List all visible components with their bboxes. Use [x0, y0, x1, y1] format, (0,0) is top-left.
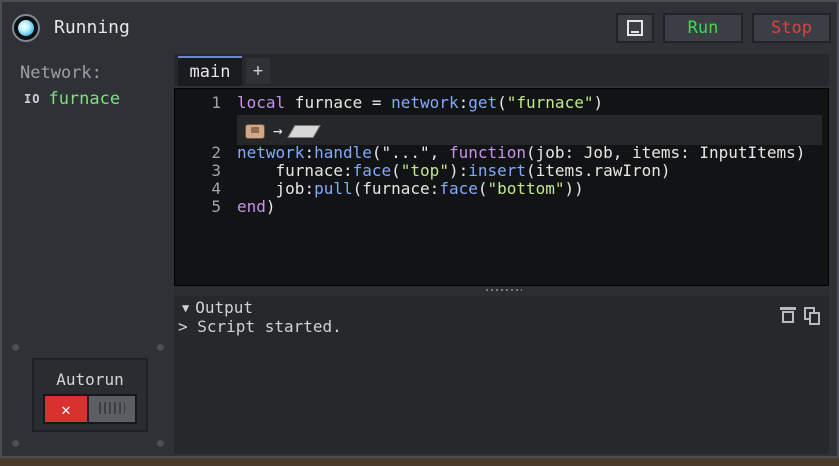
code-token: network — [391, 93, 459, 112]
code-token: ): — [448, 161, 469, 180]
code-editor[interactable]: → 1 local furnace = network:get("furnace"… — [174, 88, 829, 286]
code-token: ) — [593, 93, 604, 112]
close-icon: ✕ — [45, 396, 87, 422]
code-token: "furnace" — [506, 93, 594, 112]
code-text: network:handle("...", function(job: Job,… — [237, 143, 805, 162]
output-title: Output — [195, 298, 254, 317]
line-number: 3 — [211, 161, 221, 180]
background-strip — [0, 458, 839, 466]
code-token: ( — [497, 93, 507, 112]
status-orb-icon — [12, 14, 40, 42]
collapse-triangle-icon: ▼ — [182, 300, 190, 315]
autorun-toggle[interactable]: ✕ — [43, 394, 137, 424]
code-text: local furnace = network:get("furnace") — [237, 93, 603, 112]
item-hint-row: → — [237, 115, 822, 145]
code-token: "bottom" — [487, 179, 565, 198]
docs-button[interactable] — [616, 13, 654, 43]
code-token: function — [448, 143, 526, 162]
copy-icon[interactable] — [804, 307, 820, 325]
code-token: get — [468, 93, 498, 112]
code-token: "top" — [400, 161, 449, 180]
code-token: ( — [391, 161, 401, 180]
code-token: : — [304, 143, 315, 162]
code-token: face — [439, 179, 478, 198]
run-button[interactable]: Run — [663, 13, 743, 43]
code-token: pull — [314, 179, 353, 198]
code-token: job — [237, 179, 305, 198]
split-handle[interactable] — [174, 286, 829, 296]
window-title: Running — [54, 17, 130, 38]
autorun-label: Autorun — [56, 370, 124, 389]
code-token: network — [237, 143, 305, 162]
code-text: end) — [237, 197, 276, 216]
network-item-label: furnace — [48, 89, 121, 109]
network-item-furnace[interactable]: IO furnace — [24, 89, 120, 109]
line-number: 1 — [211, 93, 221, 112]
code-token: : — [429, 179, 440, 198]
code-token: local — [237, 93, 286, 112]
line-number: 2 — [211, 143, 221, 162]
code-token: : — [458, 93, 469, 112]
code-text: job:pull(furnace:face("bottom")) — [237, 179, 584, 198]
code-token: end — [237, 197, 266, 216]
title-bar: Running Run Stop — [2, 2, 837, 52]
trash-icon[interactable] — [780, 307, 796, 323]
code-token: furnace — [237, 161, 343, 180]
code-token: (items.rawIron) — [526, 161, 671, 180]
decor-rivet — [12, 344, 19, 351]
code-token: )) — [564, 179, 584, 198]
code-token: handle — [314, 143, 372, 162]
code-token: (furnace — [352, 179, 430, 198]
decor-rivet — [157, 440, 164, 447]
stop-button[interactable]: Stop — [752, 13, 831, 43]
output-line: > Script started. — [178, 317, 342, 336]
autorun-panel: Autorun ✕ — [32, 358, 148, 432]
grip-icon — [486, 289, 522, 291]
code-token: ) — [265, 197, 276, 216]
output-header[interactable]: ▼ Output — [182, 298, 253, 317]
decor-rivet — [12, 440, 19, 447]
output-panel: ▼ Output > Script started. — [174, 296, 829, 454]
code-token: furnace = — [285, 93, 392, 112]
book-icon — [627, 20, 643, 36]
script-window: Running Run Stop Network: IO furnace Aut… — [0, 0, 839, 458]
code-token: (job: Job, items: InputItems) — [526, 143, 806, 162]
add-tab-button[interactable]: + — [246, 58, 270, 84]
code-token: : — [342, 161, 353, 180]
line-number: 4 — [211, 179, 221, 198]
raw-iron-icon — [243, 120, 267, 140]
code-token: : — [304, 179, 315, 198]
code-token: face — [352, 161, 392, 180]
iron-ingot-icon — [289, 121, 317, 139]
tab-main[interactable]: main — [178, 56, 242, 86]
io-icon: IO — [24, 92, 41, 106]
arrow-icon: → — [273, 120, 283, 140]
line-number: 5 — [211, 197, 221, 216]
decor-rivet — [157, 344, 164, 351]
code-token: insert — [468, 161, 527, 180]
code-token: ("...", — [371, 143, 449, 162]
toggle-knob[interactable] — [87, 396, 135, 422]
code-text: furnace:face("top"):insert(items.rawIron… — [237, 161, 671, 180]
tab-bar: main + — [174, 54, 829, 86]
network-label: Network: — [20, 63, 102, 83]
